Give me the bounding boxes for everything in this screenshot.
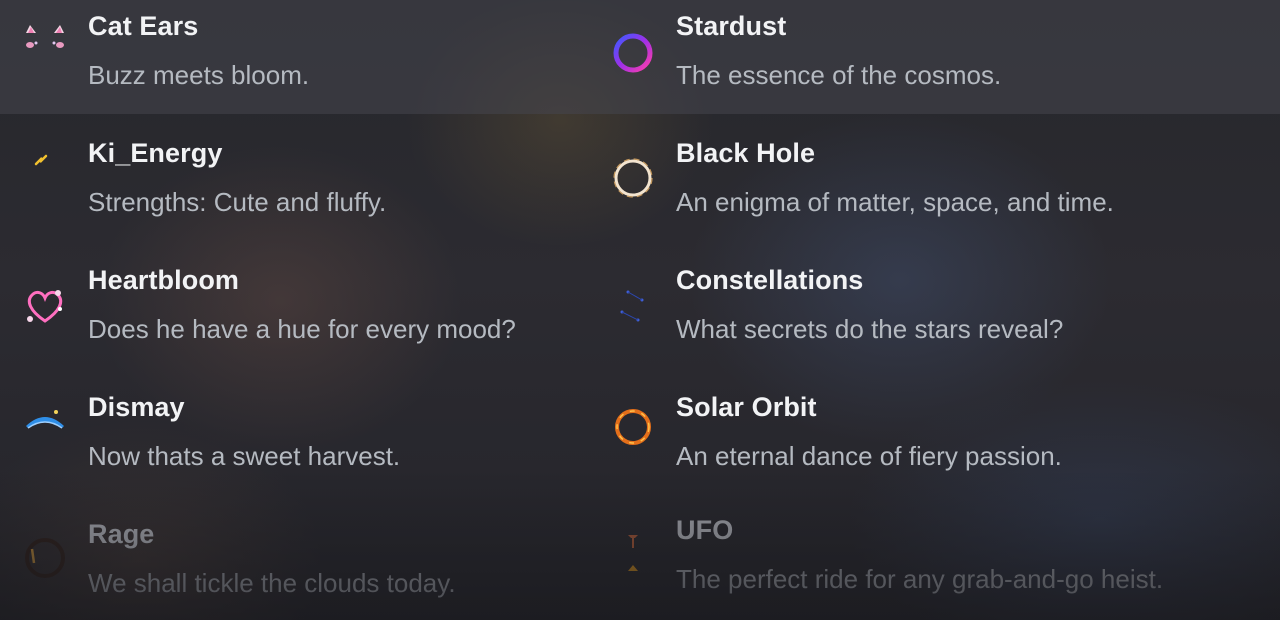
decoration-item-solar-orbit[interactable]: Solar Orbit An eternal dance of fiery pa… xyxy=(588,368,1280,495)
decoration-title: Ki_Energy xyxy=(88,138,223,168)
decoration-description: The essence of the cosmos. xyxy=(676,60,1002,90)
decoration-title: UFO xyxy=(676,515,734,545)
decoration-title: Heartbloom xyxy=(88,265,240,295)
decoration-title: Solar Orbit xyxy=(676,392,817,422)
decoration-description: Strengths: Cute and fluffy. xyxy=(88,187,387,217)
decoration-item-heartbloom[interactable]: Heartbloom Does he have a hue for every … xyxy=(0,241,588,368)
black-hole-icon xyxy=(608,153,658,203)
decoration-item-black-hole[interactable]: Black Hole An enigma of matter, space, a… xyxy=(588,114,1280,241)
decoration-item-ufo[interactable]: UFO The perfect ride for any grab-and-go… xyxy=(588,495,1280,620)
decoration-list: Cat Ears Buzz meets bloom. Stardust The … xyxy=(0,0,1280,620)
decoration-description: An eternal dance of fiery passion. xyxy=(676,441,1062,471)
constellations-icon xyxy=(608,280,658,330)
decoration-item-stardust[interactable]: Stardust The essence of the cosmos. xyxy=(588,0,1280,114)
decoration-title: Cat Ears xyxy=(88,11,199,41)
decoration-description: Buzz meets bloom. xyxy=(88,60,310,90)
decoration-description: Now thats a sweet harvest. xyxy=(88,441,401,471)
decoration-item-dismay[interactable]: Dismay Now thats a sweet harvest. xyxy=(0,368,588,495)
decoration-title: Dismay xyxy=(88,392,185,422)
heartbloom-icon xyxy=(20,281,70,331)
decoration-item-ki-energy[interactable]: Ki_Energy Strengths: Cute and fluffy. xyxy=(0,114,588,241)
stardust-icon xyxy=(608,28,658,78)
decoration-title: Stardust xyxy=(676,11,787,41)
decoration-description: We shall tickle the clouds today. xyxy=(88,568,456,598)
decoration-title: Black Hole xyxy=(676,138,816,168)
cat-ears-icon xyxy=(20,16,70,66)
ki-energy-icon xyxy=(20,134,70,184)
decoration-description: What secrets do the stars reveal? xyxy=(676,314,1064,344)
dismay-icon xyxy=(20,398,70,448)
solar-orbit-icon xyxy=(608,402,658,452)
decoration-title: Rage xyxy=(88,519,155,549)
decoration-description: An enigma of matter, space, and time. xyxy=(676,187,1114,217)
decoration-description: Does he have a hue for every mood? xyxy=(88,314,516,344)
decoration-title: Constellations xyxy=(676,265,864,295)
ufo-icon xyxy=(608,527,658,577)
decoration-item-constellations[interactable]: Constellations What secrets do the stars… xyxy=(588,241,1280,368)
decoration-description: The perfect ride for any grab-and-go hei… xyxy=(676,564,1164,594)
decoration-item-cat-ears[interactable]: Cat Ears Buzz meets bloom. xyxy=(0,0,588,114)
decoration-item-rage[interactable]: Rage We shall tickle the clouds today. xyxy=(0,495,588,620)
rage-icon xyxy=(20,533,70,583)
